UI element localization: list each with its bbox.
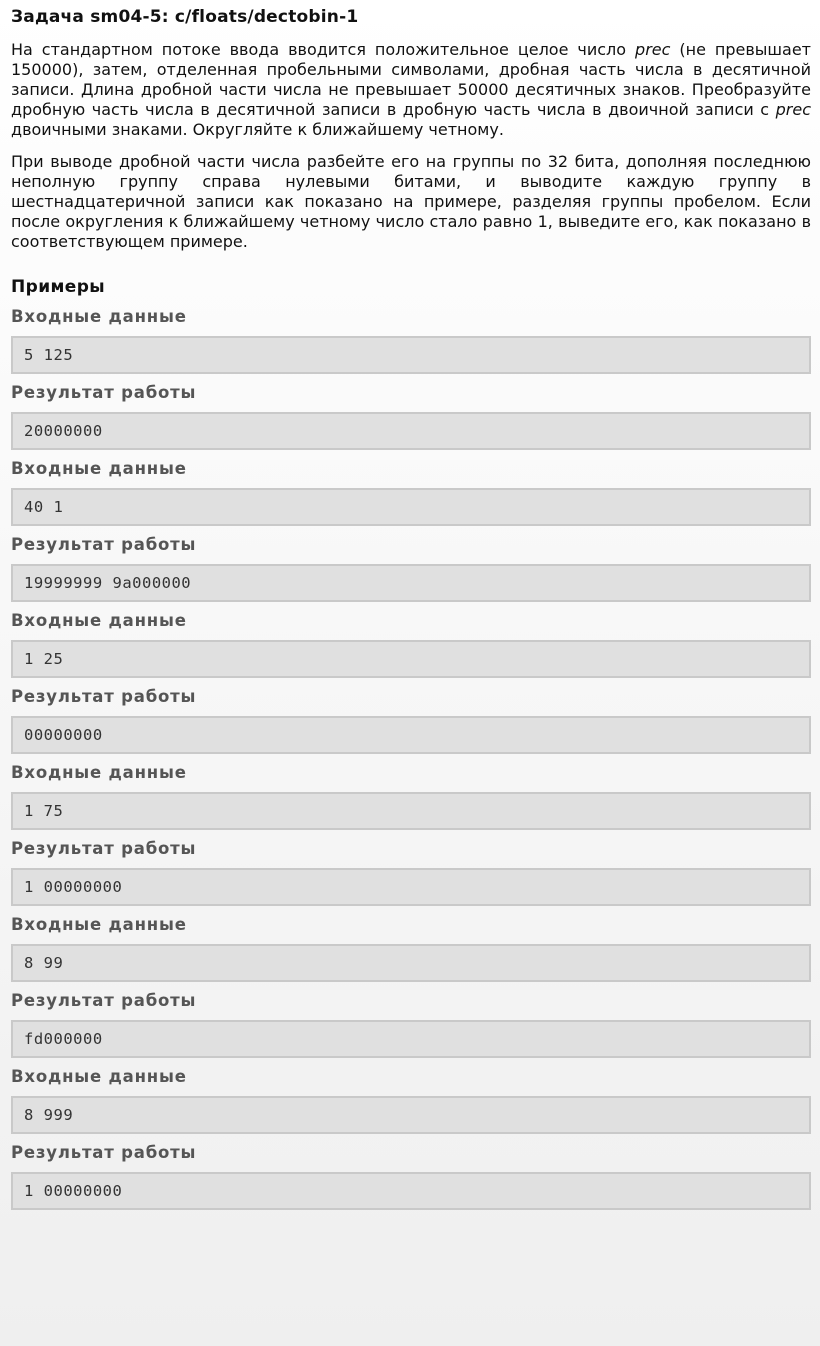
output-label: Результат работы — [11, 687, 197, 706]
examples-heading: Примеры — [11, 277, 106, 297]
example-pair: Входные данные 1 25 Результат работы 000… — [11, 610, 811, 754]
statement-variable: prec — [635, 40, 671, 59]
input-label: Входные данные — [11, 611, 187, 630]
statement-text: двоичными знаками. Округляйте к ближайше… — [11, 120, 504, 139]
output-box[interactable]: 1 00000000 — [11, 1172, 811, 1210]
statement-text: На стандартном потоке ввода вводится пол… — [11, 40, 636, 59]
output-label: Результат работы — [11, 839, 197, 858]
input-box[interactable]: 8 999 — [11, 1096, 811, 1134]
statement-paragraph-2: При выводе дробной части числа разбейте … — [11, 152, 811, 251]
example-pair: Входные данные 1 75 Результат работы 1 0… — [11, 762, 811, 906]
statement-paragraph-1: На стандартном потоке ввода вводится пол… — [11, 40, 811, 140]
input-label: Входные данные — [11, 915, 187, 934]
output-box[interactable]: 19999999 9a000000 — [11, 564, 811, 602]
input-label: Входные данные — [11, 307, 187, 326]
input-label: Входные данные — [11, 1067, 187, 1086]
example-pair: Входные данные 40 1 Результат работы 199… — [11, 458, 811, 602]
input-box[interactable]: 8 99 — [11, 944, 811, 982]
problem-page: Задача sm04-5: c/floats/dectobin-1 На ст… — [0, 0, 820, 1210]
statement-variable: prec — [775, 100, 811, 119]
output-box[interactable]: 1 00000000 — [11, 868, 811, 906]
output-label: Результат работы — [11, 383, 197, 402]
problem-title: Задача sm04-5: c/floats/dectobin-1 — [11, 7, 359, 27]
input-label: Входные данные — [11, 459, 187, 478]
examples-list: Входные данные 5 125 Результат работы 20… — [11, 306, 811, 1210]
example-pair: Входные данные 8 999 Результат работы 1 … — [11, 1066, 811, 1210]
input-box[interactable]: 1 25 — [11, 640, 811, 678]
input-label: Входные данные — [11, 763, 187, 782]
output-box[interactable]: fd000000 — [11, 1020, 811, 1058]
output-label: Результат работы — [11, 991, 197, 1010]
input-box[interactable]: 1 75 — [11, 792, 811, 830]
input-box[interactable]: 40 1 — [11, 488, 811, 526]
example-pair: Входные данные 5 125 Результат работы 20… — [11, 306, 811, 450]
example-pair: Входные данные 8 99 Результат работы fd0… — [11, 914, 811, 1058]
output-box[interactable]: 00000000 — [11, 716, 811, 754]
output-box[interactable]: 20000000 — [11, 412, 811, 450]
output-label: Результат работы — [11, 1143, 197, 1162]
output-label: Результат работы — [11, 535, 197, 554]
input-box[interactable]: 5 125 — [11, 336, 811, 374]
